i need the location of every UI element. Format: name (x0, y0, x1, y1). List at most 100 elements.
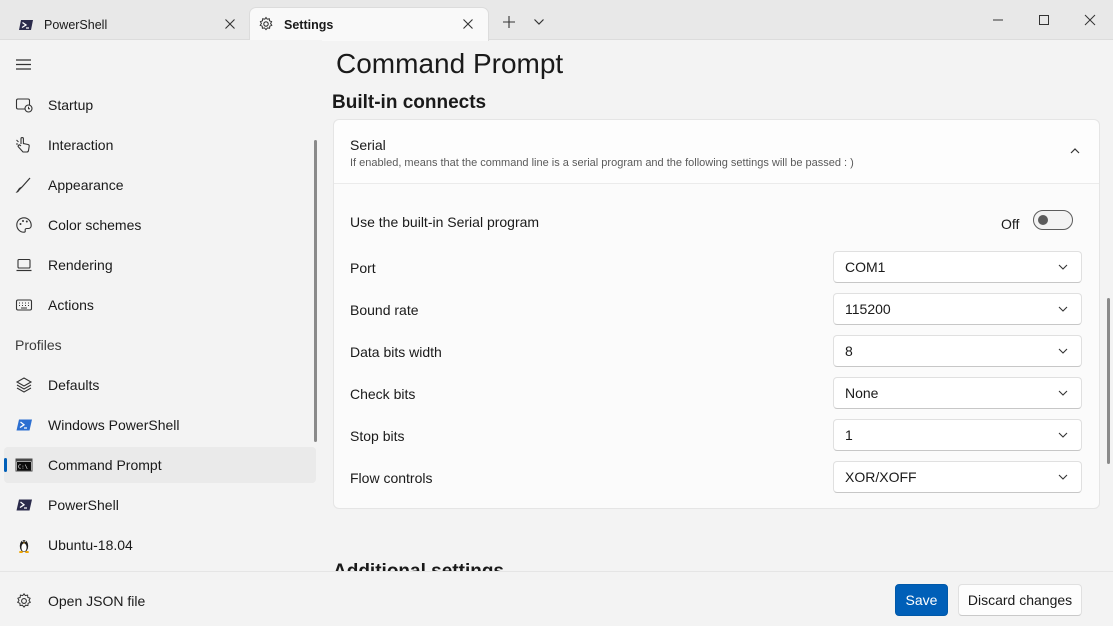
sidebar-item-interaction[interactable]: Interaction (4, 127, 316, 163)
chevron-down-icon (1058, 432, 1068, 438)
tab-powershell[interactable]: PowerShell (8, 8, 248, 40)
card-description: If enabled, means that the command line … (350, 157, 854, 169)
tab-label: Settings (284, 18, 334, 32)
bound-rate-dropdown[interactable]: 115200 (833, 293, 1082, 325)
section-title: Built-in connects (332, 92, 487, 113)
serial-expander-header[interactable]: Serial If enabled, means that the comman… (334, 120, 1099, 184)
card-title: Serial (350, 137, 386, 153)
discard-changes-button[interactable]: Discard changes (958, 584, 1082, 616)
check-bits-label: Check bits (350, 386, 416, 402)
additional-settings-title: Additional settings (333, 561, 504, 571)
data-bits-width-label: Data bits width (350, 344, 442, 360)
plus-icon (503, 16, 515, 28)
dropdown-value: XOR/XOFF (845, 469, 917, 485)
sidebar: Startup Interaction Appearance Color sch… (0, 40, 322, 626)
data-bits-width-dropdown[interactable]: 8 (833, 335, 1082, 367)
sidebar-item-label: Command Prompt (48, 457, 162, 473)
powershell-icon (16, 419, 32, 431)
open-json-file-button[interactable]: Open JSON file (4, 583, 316, 619)
sidebar-item-command-prompt[interactable]: C:\ Command Prompt (4, 447, 316, 483)
port-dropdown[interactable]: COM1 (833, 251, 1082, 283)
sidebar-item-label: Interaction (48, 137, 114, 153)
dropdown-value: COM1 (845, 259, 886, 275)
sidebar-item-label: Color schemes (48, 217, 142, 233)
sidebar-item-color-schemes[interactable]: Color schemes (4, 207, 316, 243)
minimize-icon (993, 19, 1003, 21)
close-icon[interactable] (222, 16, 238, 32)
hamburger-menu-icon[interactable] (14, 56, 34, 72)
interaction-icon (16, 137, 30, 153)
title-bar: PowerShell Settings (0, 0, 1113, 41)
stop-bits-dropdown[interactable]: 1 (833, 419, 1082, 451)
laptop-icon (16, 258, 32, 272)
close-window-button[interactable] (1067, 6, 1113, 34)
dropdown-value: 8 (845, 343, 853, 359)
sidebar-item-label: Windows PowerShell (48, 417, 180, 433)
tab-label: PowerShell (44, 18, 108, 32)
chevron-down-icon (1058, 390, 1068, 396)
toggle-state-text: Off (1001, 216, 1020, 232)
chevron-down-icon (1058, 348, 1068, 354)
sidebar-item-defaults[interactable]: Defaults (4, 367, 316, 403)
dropdown-value: 115200 (845, 301, 891, 317)
main-content: Command Prompt Built-in connects Serial … (322, 40, 1113, 626)
stop-bits-label: Stop bits (350, 428, 405, 444)
cmd-icon: C:\ (15, 458, 33, 472)
maximize-icon (1039, 15, 1049, 25)
bound-rate-label: Bound rate (350, 302, 419, 318)
tab-settings[interactable]: Settings (249, 7, 489, 41)
gear-icon (259, 16, 273, 31)
sidebar-item-rendering[interactable]: Rendering (4, 247, 316, 283)
keyboard-icon (15, 299, 33, 311)
toggle-label: Use the built-in Serial program (350, 214, 540, 230)
section-title-text: Additional settings (333, 561, 504, 571)
close-icon[interactable] (460, 16, 476, 32)
page-title: Command Prompt (336, 48, 564, 79)
powershell-icon (16, 499, 32, 511)
chevron-up-icon[interactable] (1069, 146, 1081, 156)
dropdown-value: None (845, 385, 879, 401)
sidebar-item-powershell[interactable]: PowerShell (4, 487, 316, 523)
new-tab-button[interactable] (496, 8, 522, 36)
minimize-button[interactable] (975, 6, 1021, 34)
check-bits-dropdown[interactable]: None (833, 377, 1082, 409)
chevron-down-icon (534, 19, 544, 25)
footer-bar: Save Discard changes (322, 571, 1113, 626)
gear-icon (16, 592, 32, 608)
sidebar-item-ubuntu[interactable]: Ubuntu-18.04 (4, 527, 316, 563)
layers-icon (15, 377, 33, 393)
selection-indicator (4, 458, 7, 472)
port-label: Port (350, 260, 376, 276)
powershell-icon (19, 20, 33, 30)
flow-controls-dropdown[interactable]: XOR/XOFF (833, 461, 1082, 493)
maximize-button[interactable] (1021, 6, 1067, 34)
sidebar-item-label: Appearance (48, 177, 124, 193)
sidebar-item-label: PowerShell (48, 497, 119, 513)
save-button[interactable]: Save (895, 584, 948, 616)
serial-settings-card: Serial If enabled, means that the comman… (333, 119, 1100, 509)
main-scrollbar[interactable] (1107, 298, 1110, 464)
sidebar-item-startup[interactable]: Startup (4, 87, 316, 123)
dropdown-value: 1 (845, 427, 853, 443)
chevron-down-icon (1058, 306, 1068, 312)
tab-dropdown-button[interactable] (526, 8, 552, 36)
profiles-header: Profiles (15, 337, 62, 353)
sidebar-item-windows-powershell[interactable]: Windows PowerShell (4, 407, 316, 443)
paintbrush-icon (15, 177, 31, 193)
linux-penguin-icon (19, 540, 29, 553)
sidebar-item-label: Defaults (48, 377, 100, 393)
serial-toggle-switch[interactable] (1033, 210, 1073, 230)
sidebar-item-label: Rendering (48, 257, 113, 273)
sidebar-item-label: Actions (48, 297, 94, 313)
sidebar-footer: Open JSON file (0, 571, 322, 626)
sidebar-scrollbar[interactable] (314, 140, 317, 442)
toggle-knob (1038, 215, 1048, 225)
close-icon (1084, 14, 1096, 26)
sidebar-item-label: Startup (48, 97, 94, 113)
sidebar-item-appearance[interactable]: Appearance (4, 167, 316, 203)
startup-icon (15, 98, 33, 113)
chevron-down-icon (1058, 474, 1068, 480)
svg-text:C:\: C:\ (18, 465, 28, 471)
sidebar-item-actions[interactable]: Actions (4, 287, 316, 323)
sidebar-item-label: Open JSON file (48, 593, 146, 609)
